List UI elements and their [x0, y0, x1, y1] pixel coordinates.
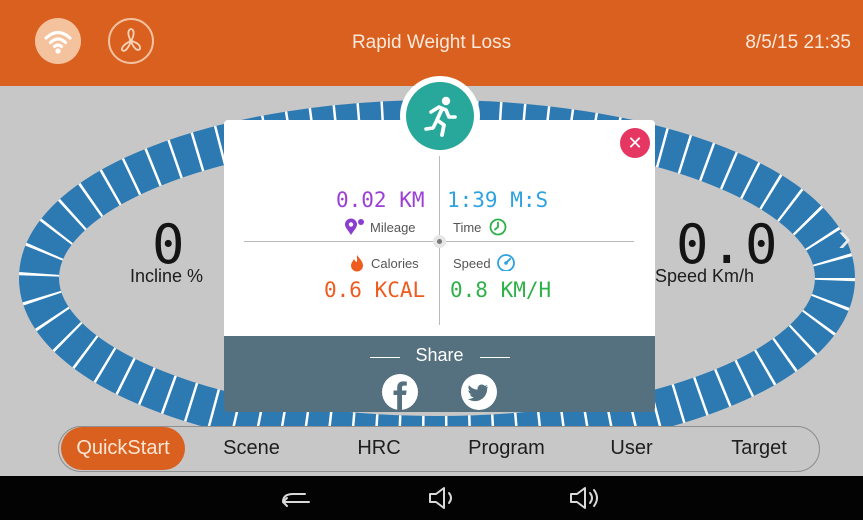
system-nav-bar	[0, 476, 863, 520]
speed-value: 0.0	[676, 213, 780, 276]
share-label: Share	[415, 345, 464, 365]
mileage-label: Mileage	[370, 220, 416, 235]
time-label: Time	[453, 220, 482, 235]
speed-label: Speed	[453, 256, 491, 271]
volume-down-icon[interactable]	[424, 484, 460, 512]
speed-summary-value: 0.8 KM/H	[450, 278, 552, 302]
runner-badge-inner	[406, 82, 474, 150]
runner-icon	[424, 96, 457, 137]
close-icon: ✕	[627, 133, 643, 153]
mode-tabs: QuickStart Scene HRC Program User Target	[58, 426, 820, 472]
time-value: 1:39 M:S	[447, 188, 549, 212]
mileage-value: 0.02 KM	[336, 188, 425, 212]
program-title: Rapid Weight Loss	[351, 32, 512, 53]
center-dot	[433, 235, 446, 248]
speedometer-icon	[497, 254, 515, 271]
top-bar: Rapid Weight Loss 8/5/15 21:35	[0, 0, 863, 86]
back-icon[interactable]	[275, 484, 315, 512]
speed-label: Speed Km/h	[655, 266, 755, 286]
incline-value: 0	[152, 213, 187, 276]
share-line-right	[480, 357, 510, 358]
twitter-share-button[interactable]	[461, 374, 497, 410]
chevron-right-icon[interactable]: ›	[838, 216, 851, 261]
location-pin-icon	[345, 218, 364, 235]
tab-program[interactable]: Program	[444, 427, 569, 470]
close-button[interactable]: ✕	[620, 128, 650, 158]
facebook-icon	[393, 381, 407, 410]
incline-label: Incline %	[130, 266, 204, 286]
calories-value: 0.6 KCAL	[324, 278, 426, 302]
flame-icon	[351, 255, 363, 272]
volume-up-icon[interactable]	[565, 484, 605, 512]
runner-badge	[400, 76, 480, 156]
twitter-icon	[467, 384, 488, 402]
tab-quickstart[interactable]: QuickStart	[61, 427, 185, 470]
tab-user[interactable]: User	[584, 427, 679, 470]
datetime: 8/5/15 21:35	[745, 32, 851, 53]
tab-scene[interactable]: Scene	[199, 427, 304, 470]
vertical-divider	[439, 140, 440, 325]
tab-target[interactable]: Target	[699, 427, 819, 470]
clock-icon	[489, 218, 507, 236]
facebook-share-button[interactable]	[382, 374, 418, 410]
workout-summary-dialog: 0.02 KM Mileage 1:39 M:S Time Calories 0…	[224, 76, 655, 412]
tab-hrc[interactable]: HRC	[329, 427, 429, 470]
calories-label: Calories	[371, 256, 419, 271]
